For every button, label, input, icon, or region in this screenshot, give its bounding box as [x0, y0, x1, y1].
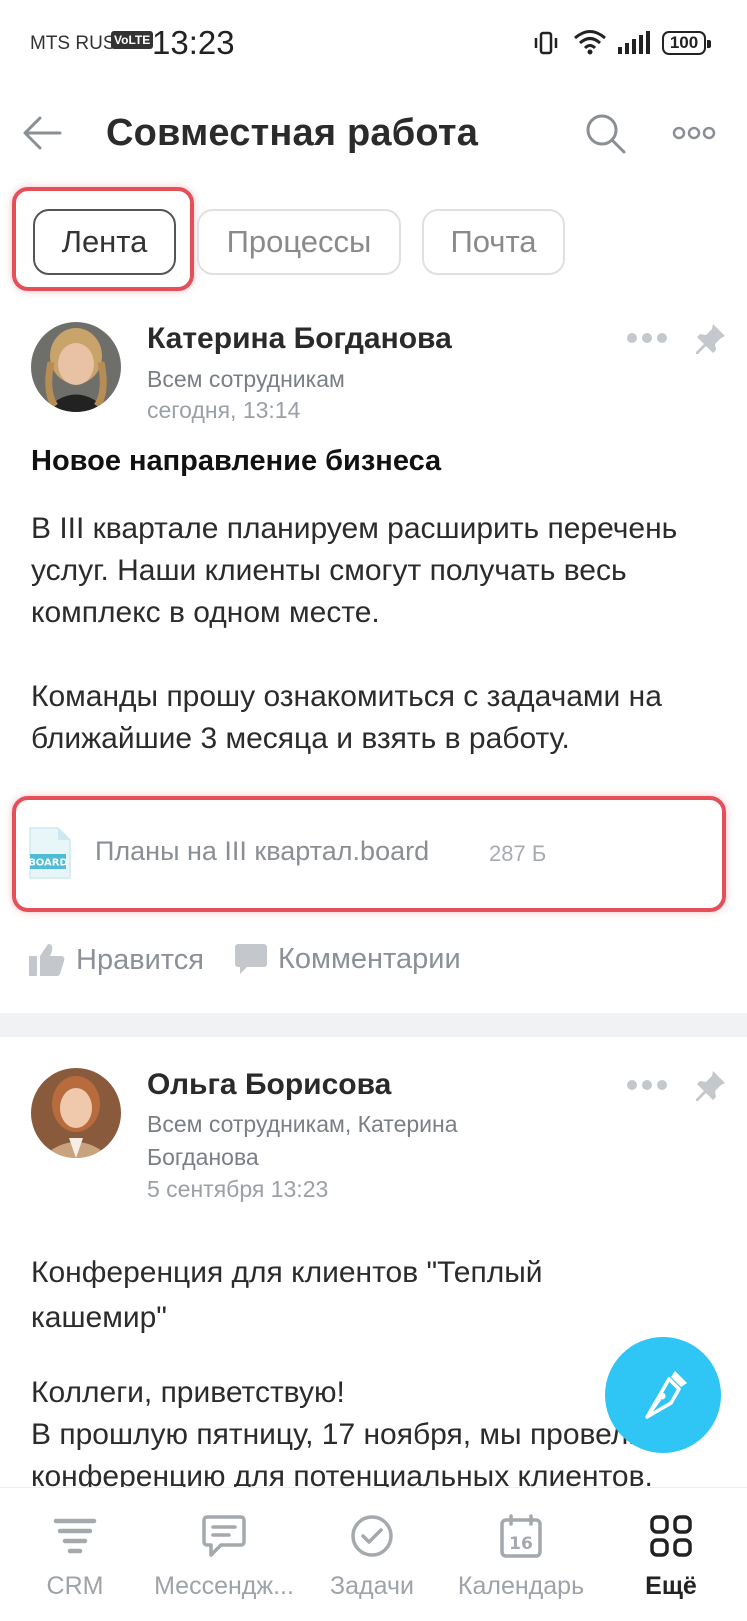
- search-icon[interactable]: [584, 112, 628, 156]
- pen-nib-icon: [645, 1371, 687, 1419]
- signal-icon: [618, 31, 650, 54]
- file-type-label: BOARD: [28, 858, 68, 869]
- tab-feed[interactable]: Лента: [33, 209, 176, 275]
- grid-icon: [650, 1515, 692, 1557]
- post-author[interactable]: Ольга Борисова: [147, 1068, 391, 1102]
- attachment-size: 287 Б: [489, 841, 547, 866]
- post-headline: Новое направление бизнеса: [31, 445, 442, 477]
- board-file-icon: BOARD: [28, 827, 71, 879]
- post-divider: [0, 1013, 747, 1037]
- tab-processes[interactable]: Процессы: [197, 209, 401, 275]
- tab-label: Лента: [61, 224, 148, 259]
- post-audience: Всем сотрудникам: [147, 366, 345, 392]
- avatar[interactable]: [31, 322, 121, 412]
- nav-label: Задачи: [330, 1572, 414, 1600]
- carrier-name: MTS RUS: [30, 33, 116, 54]
- post-paragraph: Конференция для клиентов "Теплый: [31, 1256, 543, 1289]
- battery-indicator: 100: [662, 31, 711, 55]
- page-title: Совместная работа: [106, 112, 479, 154]
- calendar-day: 16: [509, 1534, 533, 1554]
- post-paragraph: кашемир": [31, 1301, 167, 1334]
- attachment-name: Планы на III квартал.board: [95, 836, 430, 866]
- pin-icon[interactable]: [693, 322, 727, 356]
- tab-mail[interactable]: Почта: [422, 209, 565, 275]
- post-audience: Богданова: [147, 1144, 259, 1170]
- nav-item-crm[interactable]: CRM: [10, 1488, 140, 1621]
- crm-filter-icon: [53, 1518, 97, 1554]
- post-date: 5 сентября 13:23: [147, 1176, 329, 1202]
- calendar-icon: 16: [500, 1514, 542, 1558]
- post-audience: Всем сотрудникам, Катерина: [147, 1111, 458, 1137]
- clock: 13:23: [152, 24, 235, 61]
- nav-item-tasks[interactable]: Задачи: [312, 1488, 432, 1621]
- nav-label: Ещё: [645, 1572, 697, 1600]
- avatar[interactable]: [31, 1068, 121, 1158]
- comment-button[interactable]: Комментарии: [234, 942, 461, 976]
- nav-label: CRM: [46, 1572, 104, 1600]
- nav-item-more[interactable]: Ещё: [615, 1488, 727, 1621]
- post-author[interactable]: Катерина Богданова: [147, 322, 452, 356]
- bottom-navigation: CRM Мессендж... Задачи 16 Календарь Ещё: [0, 1487, 747, 1621]
- nav-label: Мессендж...: [154, 1572, 294, 1600]
- create-post-button[interactable]: [605, 1337, 721, 1453]
- post-paragraph: В III квартале планируем расширить переч…: [31, 512, 678, 629]
- attachment-file[interactable]: BOARD Планы на III квартал.board 287 Б: [28, 822, 628, 886]
- status-bar: MTS RUS VoLTE 13:23 100: [0, 0, 747, 88]
- comment-label: Комментарии: [278, 942, 461, 975]
- chat-bubble-icon: [202, 1515, 246, 1557]
- more-horizontal-icon[interactable]: [672, 126, 716, 140]
- nav-item-messenger[interactable]: Мессендж...: [144, 1488, 304, 1621]
- wifi-icon: [574, 30, 606, 55]
- like-button[interactable]: Нравится: [28, 942, 204, 978]
- post-paragraph: Команды прошу ознакомиться с задачами на…: [31, 680, 662, 755]
- tab-label: Процессы: [226, 224, 372, 259]
- like-label: Нравится: [76, 943, 204, 976]
- post-menu-icon[interactable]: [625, 331, 669, 345]
- pin-icon[interactable]: [693, 1069, 727, 1103]
- nav-label: Календарь: [457, 1572, 585, 1600]
- thumbs-up-icon: [29, 944, 65, 976]
- tab-label: Почта: [450, 224, 537, 259]
- post-date: сегодня, 13:14: [147, 397, 301, 423]
- comment-icon: [235, 944, 267, 974]
- nav-item-calendar[interactable]: 16 Календарь: [442, 1488, 600, 1621]
- arrow-left-icon[interactable]: [22, 115, 62, 151]
- post-paragraph: Коллеги, приветствую!: [31, 1376, 345, 1409]
- check-circle-icon: [351, 1515, 393, 1557]
- vibrate-icon: [534, 31, 558, 55]
- post-menu-icon[interactable]: [625, 1078, 669, 1092]
- volte-badge: VoLTE: [111, 31, 154, 49]
- post-paragraph: В прошлую пятницу, 17 ноября, мы провели: [31, 1418, 646, 1451]
